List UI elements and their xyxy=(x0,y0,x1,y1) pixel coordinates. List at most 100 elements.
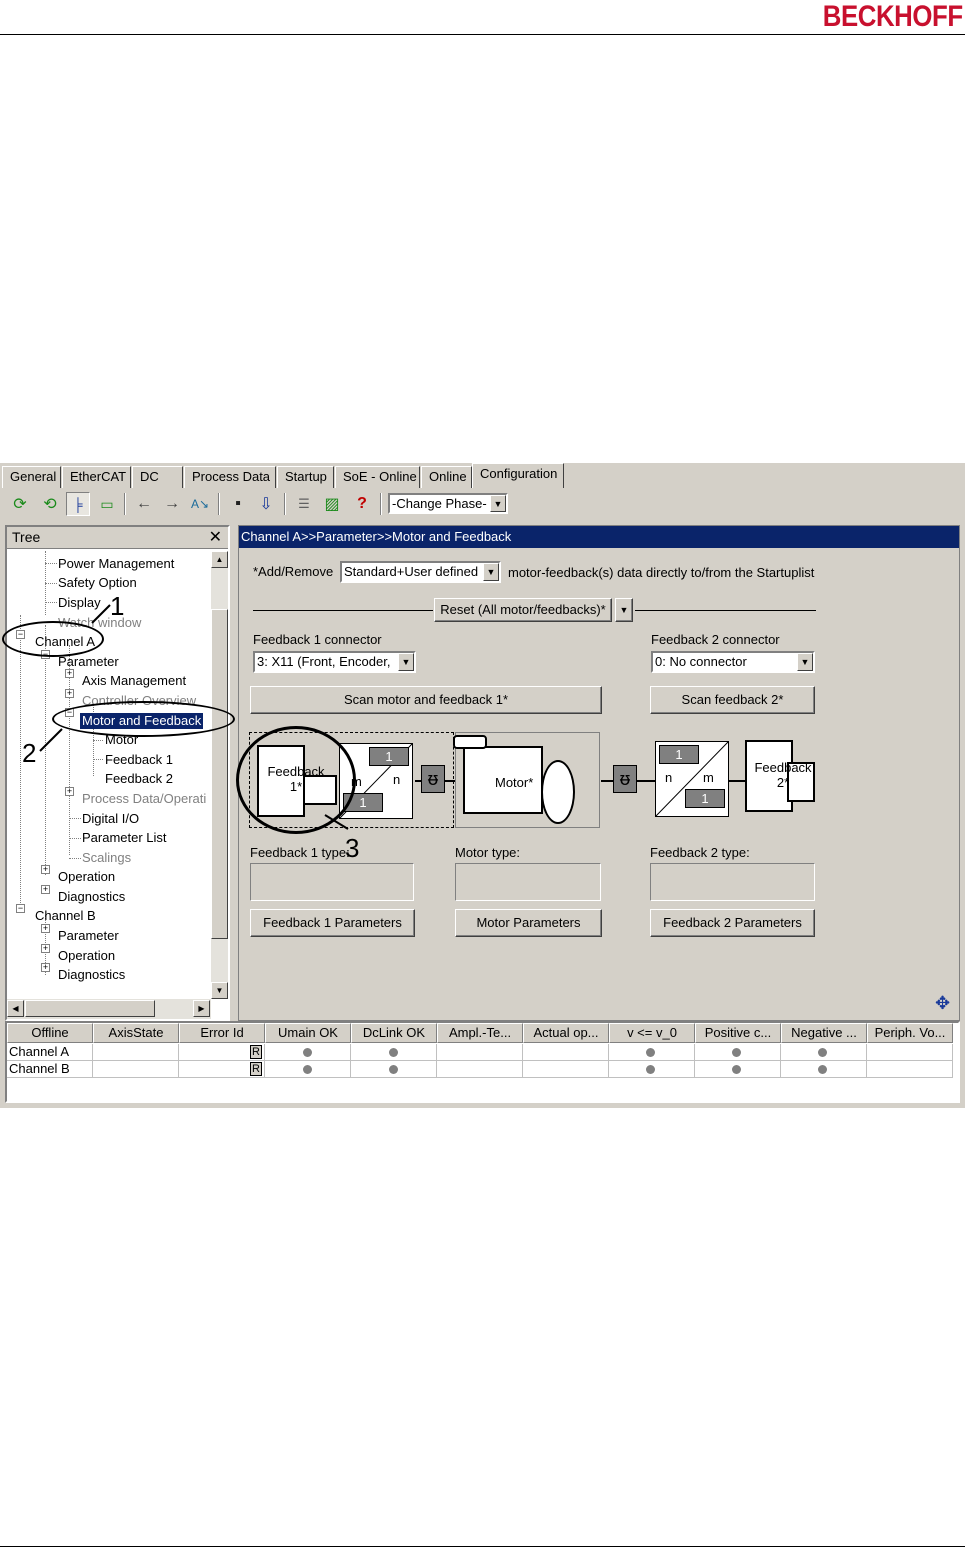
table-cell xyxy=(437,1044,523,1061)
ratio2-top-value: 1 xyxy=(659,745,699,764)
column-header[interactable]: Periph. Vo... xyxy=(867,1023,953,1043)
expand-icon[interactable]: + xyxy=(41,944,50,953)
motor-parameters-button[interactable]: Motor Parameters xyxy=(455,909,602,937)
fb2-type-label: Feedback 2 type: xyxy=(650,845,750,860)
fb2-connector-select[interactable]: 0: No connector ▼ xyxy=(651,651,815,673)
chevron-down-icon[interactable]: ▼ xyxy=(398,653,414,671)
header-rule xyxy=(0,34,965,35)
tree-item-channel-b-parameter[interactable]: Parameter xyxy=(58,928,119,944)
tab-configuration[interactable]: Configuration xyxy=(472,463,564,488)
chevron-down-icon[interactable]: ▼ xyxy=(797,653,813,671)
tab-process-data[interactable]: Process Data xyxy=(184,466,276,488)
expand-icon[interactable]: + xyxy=(41,963,50,972)
tree-view-icon[interactable]: ╞ xyxy=(66,492,90,516)
footer-rule xyxy=(0,1546,965,1547)
shaft-line xyxy=(729,780,745,782)
chart-icon[interactable]: ▨ xyxy=(320,492,344,516)
status-led xyxy=(732,1048,741,1057)
table-cell xyxy=(93,1061,179,1078)
status-led xyxy=(646,1048,655,1057)
status-led xyxy=(389,1065,398,1074)
scroll-down-icon[interactable]: ▼ xyxy=(211,982,228,999)
collapse-icon[interactable]: − xyxy=(16,904,25,913)
toolbar-separator xyxy=(124,493,126,515)
feedback1-parameters-button[interactable]: Feedback 1 Parameters xyxy=(250,909,415,937)
scan-feedback2-button[interactable]: Scan feedback 2* xyxy=(650,686,815,714)
motor-shaft-icon xyxy=(541,760,575,824)
change-phase-value: -Change Phase- xyxy=(392,496,487,511)
toolbar: ⟳ ⟲ ╞ ▭ ← → A↘ ▪ ⇩ ☰ ▨ ? -Change Phase- … xyxy=(0,490,965,518)
status-led xyxy=(303,1065,312,1074)
column-header[interactable]: Actual op... xyxy=(523,1023,609,1043)
tree-item-diagnostics[interactable]: Diagnostics xyxy=(58,889,125,905)
refresh-all-icon[interactable]: ⟲ xyxy=(38,492,62,516)
tab-online[interactable]: Online xyxy=(421,466,472,488)
column-header[interactable]: Ampl.-Te... xyxy=(437,1023,523,1043)
list-icon[interactable]: ☰ xyxy=(292,492,316,516)
column-header[interactable]: Umain OK xyxy=(265,1023,351,1043)
column-header[interactable]: Error Id xyxy=(179,1023,265,1043)
reset-all-button[interactable]: Reset (All motor/feedbacks)* xyxy=(434,598,612,622)
tree-horizontal-scrollbar[interactable]: ◀ ▶ xyxy=(7,999,211,1019)
chevron-down-icon[interactable]: ▼ xyxy=(615,598,633,622)
add-remove-label: *Add/Remove xyxy=(253,564,334,579)
tree-item-channel-b-operation[interactable]: Operation xyxy=(58,948,115,964)
tab-general[interactable]: General xyxy=(2,466,61,488)
table-cell xyxy=(523,1044,609,1061)
reset-error-button[interactable]: R xyxy=(250,1045,262,1059)
callout-leader-lines xyxy=(39,604,349,830)
motor-block-label: Motor* xyxy=(495,775,534,790)
column-header[interactable]: AxisState xyxy=(93,1023,179,1043)
grid-view-icon[interactable]: ▭ xyxy=(95,492,119,516)
column-header[interactable]: DcLink OK xyxy=(351,1023,437,1043)
tree-item-channel-b[interactable]: Channel B xyxy=(35,908,96,924)
download-icon[interactable]: ⇩ xyxy=(254,492,278,516)
expand-icon[interactable]: + xyxy=(41,885,50,894)
tab-soe-online[interactable]: SoE - Online xyxy=(335,466,420,488)
tree-item-channel-b-diagnostics[interactable]: Diagnostics xyxy=(58,967,125,983)
status-led xyxy=(818,1048,827,1057)
status-led xyxy=(732,1065,741,1074)
monitor-icon[interactable]: ▪ xyxy=(226,492,250,516)
column-header[interactable]: Offline xyxy=(7,1023,93,1043)
crosshair-icon[interactable]: ✥ xyxy=(935,993,950,1014)
reset-error-button[interactable]: R xyxy=(250,1062,262,1076)
expand-icon[interactable]: + xyxy=(41,865,50,874)
column-header[interactable]: Negative ... xyxy=(781,1023,867,1043)
tree-item-safety-option[interactable]: Safety Option xyxy=(58,575,137,591)
table-row-label[interactable]: Channel A xyxy=(7,1044,93,1061)
table-row-label[interactable]: Channel B xyxy=(7,1061,93,1078)
forward-arrow-icon[interactable]: → xyxy=(160,492,184,516)
translate-icon[interactable]: A↘ xyxy=(188,492,212,516)
fb1-type-field xyxy=(250,863,414,901)
add-remove-select[interactable]: Standard+User defined ▼ xyxy=(340,561,501,583)
tab-ethercat[interactable]: EtherCAT xyxy=(62,466,131,488)
feedback2-block-label: Feedback 2* xyxy=(754,760,812,790)
scroll-up-icon[interactable]: ▲ xyxy=(211,551,228,568)
toolbar-separator xyxy=(218,493,220,515)
back-arrow-icon[interactable]: ← xyxy=(132,492,156,516)
beckhoff-logo: BECKHOFF xyxy=(823,0,963,33)
chevron-down-icon[interactable]: ▼ xyxy=(490,495,506,512)
tree-item-power-management[interactable]: Power Management xyxy=(58,556,174,572)
motor-type-label: Motor type: xyxy=(455,845,521,860)
status-grid: Offline AxisState Error Id Umain OK DcLi… xyxy=(5,1021,960,1103)
ratio2-bottom-value: 1 xyxy=(685,789,725,808)
motor-terminal-icon xyxy=(453,735,487,749)
close-icon[interactable]: ✕ xyxy=(209,527,222,547)
tree-item-operation[interactable]: Operation xyxy=(58,869,115,885)
tab-startup[interactable]: Startup xyxy=(277,466,334,488)
feedback2-parameters-button[interactable]: Feedback 2 Parameters xyxy=(650,909,815,937)
scroll-right-icon[interactable]: ▶ xyxy=(193,1000,210,1017)
chevron-down-icon[interactable]: ▼ xyxy=(483,563,499,581)
change-phase-select[interactable]: -Change Phase- ▼ xyxy=(388,493,508,514)
column-header[interactable]: v <= v_0 xyxy=(609,1023,695,1043)
column-header[interactable]: Positive c... xyxy=(695,1023,781,1043)
expand-icon[interactable]: + xyxy=(41,924,50,933)
tab-dc[interactable]: DC xyxy=(132,466,183,488)
callout-number-1: 1 xyxy=(110,591,125,621)
help-icon[interactable]: ? xyxy=(350,492,374,516)
scroll-left-icon[interactable]: ◀ xyxy=(7,1000,24,1017)
scroll-thumb[interactable] xyxy=(25,1000,155,1017)
refresh-icon[interactable]: ⟳ xyxy=(8,492,32,516)
